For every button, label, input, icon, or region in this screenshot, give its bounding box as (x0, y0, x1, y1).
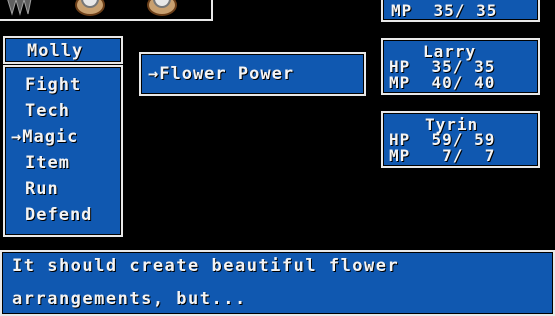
party-member-larry-status: Larry HP 35∕ 35 MP 40∕ 40 (381, 38, 540, 95)
party-member-1-status: MP 35∕ 35 (381, 0, 540, 22)
party-member-tyrin-status: Tyrin HP 59∕ 59 MP 7∕ 7 (381, 111, 540, 168)
command-fight[interactable]: Fight (25, 75, 81, 95)
active-character-name: Molly (27, 41, 84, 61)
shell-creature-icon (146, 0, 180, 18)
spell-option-flower-power[interactable]: →Flower Power (148, 64, 294, 84)
party-member-tyrin-mp: MP 7∕ 7 (389, 146, 496, 165)
enemy-portrait-strip (0, 0, 213, 21)
magic-submenu: →Flower Power (139, 52, 366, 96)
party-member-1-mp: MP 35∕ 35 (391, 1, 498, 20)
party-member-larry-mp: MP 40∕ 40 (389, 73, 496, 92)
message-line-1: It should create beautiful flower (12, 256, 400, 276)
shell-creature-icon (74, 0, 108, 18)
command-run[interactable]: Run (25, 179, 59, 199)
active-character-header: Molly (3, 36, 123, 64)
command-item[interactable]: Item (25, 153, 70, 173)
command-magic[interactable]: →Magic (11, 127, 78, 147)
battle-message-window: It should create beautiful flower arrang… (0, 250, 555, 316)
dark-creature-icon (2, 0, 36, 16)
command-defend[interactable]: Defend (25, 205, 92, 225)
message-line-2: arrangements, but... (12, 289, 247, 309)
battle-command-menu: Fight Tech →Magic Item Run Defend (3, 65, 123, 237)
command-tech[interactable]: Tech (25, 101, 70, 121)
